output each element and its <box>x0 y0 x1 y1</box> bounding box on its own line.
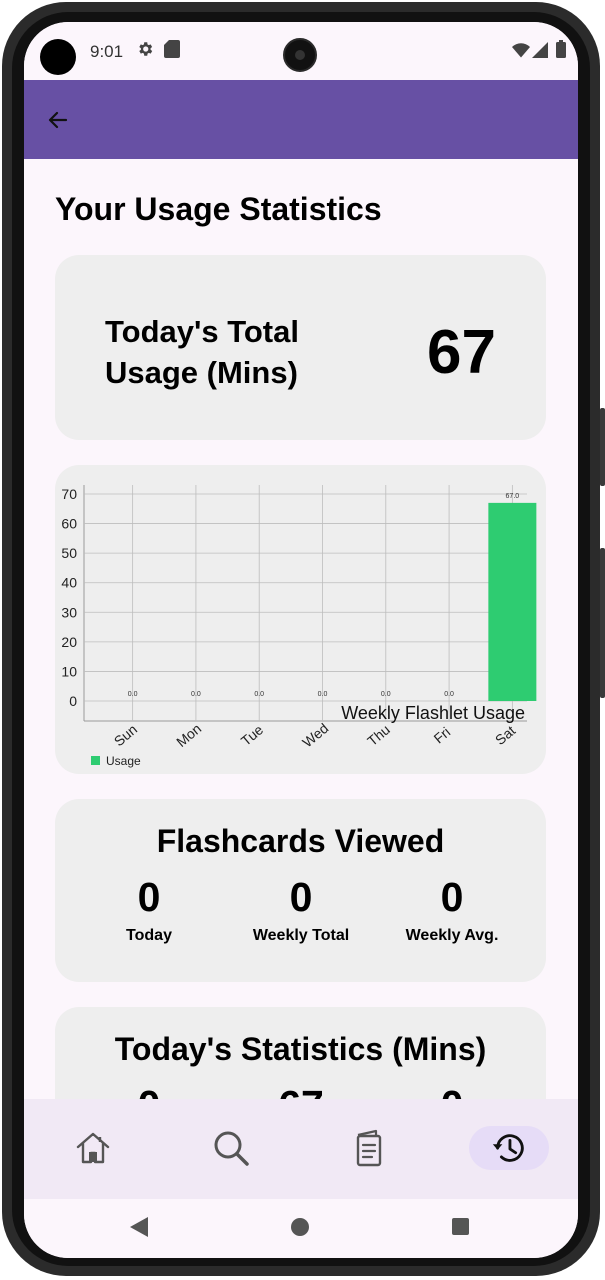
today-stat-2-value: 67 <box>226 1083 376 1099</box>
chart-value-label: 0.0 <box>318 691 328 698</box>
battery-icon <box>556 40 566 58</box>
history-icon <box>492 1134 524 1162</box>
total-usage-label-line2: Usage (Mins) <box>105 355 298 390</box>
chart-y-tick-label: 60 <box>61 516 77 532</box>
flashcards-weekly-total-label: Weekly Total <box>252 927 350 944</box>
page-title: Your Usage Statistics <box>55 191 382 227</box>
wifi-icon <box>512 43 530 58</box>
signal-icon <box>532 42 548 58</box>
screen: 9:01 Your Usage Statistics Today's Total… <box>24 22 578 1258</box>
scroll-content[interactable]: Your Usage Statistics Today's Total Usag… <box>24 159 578 1099</box>
back-button[interactable] <box>42 104 74 136</box>
nav-history[interactable] <box>469 1126 549 1170</box>
chart-y-tick-label: 10 <box>61 663 77 679</box>
power-button <box>600 548 605 698</box>
total-usage-label-line1: Today's Total <box>105 314 299 349</box>
total-usage-card: Today's Total Usage (Mins) 67 <box>55 255 546 440</box>
front-camera-icon <box>40 39 76 75</box>
chart-y-tick-label: 50 <box>61 545 77 561</box>
today-stat-1: 0 <box>74 1083 224 1099</box>
system-back-icon[interactable] <box>130 1217 148 1237</box>
chart-y-tick-label: 30 <box>61 604 77 620</box>
flashcards-card: Flashcards Viewed 0 Today 0 Weekly Total… <box>55 799 546 982</box>
total-usage-value: 67 <box>427 318 496 387</box>
settings-icon <box>139 42 153 56</box>
volume-button <box>600 408 605 486</box>
chart-value-label: 0.0 <box>128 691 138 698</box>
nav-search[interactable] <box>191 1126 271 1170</box>
nav-library[interactable] <box>329 1126 409 1170</box>
search-icon <box>214 1131 249 1166</box>
chart-x-tick-label: Mon <box>173 720 204 750</box>
chart-x-tick-label: Fri <box>430 724 453 747</box>
sd-card-icon <box>164 40 180 58</box>
system-home-icon[interactable] <box>291 1218 309 1236</box>
chart-value-label: 0.0 <box>191 691 201 698</box>
flashcards-today-value: 0 <box>137 874 161 920</box>
today-statistics-title: Today's Statistics (Mins) <box>114 1031 487 1067</box>
today-stat-3: 0 <box>377 1083 527 1099</box>
system-recents-icon[interactable] <box>452 1218 469 1235</box>
flashcards-weekly-total-value: 0 <box>289 874 313 920</box>
status-bar: 9:01 <box>24 22 578 80</box>
app-bar <box>24 80 578 159</box>
chart-title: Weekly Flashlet Usage <box>341 703 525 723</box>
chart-x-tick-label: Thu <box>364 721 393 749</box>
today-stat-1-value: 0 <box>74 1083 224 1099</box>
arrow-left-icon <box>48 111 68 129</box>
chart-y-tick-label: 40 <box>61 575 77 591</box>
weekly-usage-chart: 0 10 20 30 40 50 60 70 0.0 Sun 0.0 Mon 0.0 Tue 0.0 Wed 0… <box>61 485 537 768</box>
chart-value-label: 0.0 <box>444 691 454 698</box>
flashcards-title: Flashcards Viewed <box>156 823 445 859</box>
chart-bar <box>488 502 537 701</box>
system-nav-bar <box>24 1199 578 1258</box>
chart-value-label: 0.0 <box>381 691 391 698</box>
bottom-nav <box>24 1099 578 1199</box>
flashcards-weekly-avg-label: Weekly Avg. <box>405 927 499 944</box>
chart-x-tick-label: Sat <box>492 722 518 748</box>
chart-x-tick-label: Tue <box>238 721 267 749</box>
today-statistics-card: Today's Statistics (Mins) 0 67 0 <box>55 1007 546 1099</box>
flashcards-today-label: Today <box>126 927 172 944</box>
chart-x-tick-label: Wed <box>299 720 331 751</box>
nav-home[interactable] <box>53 1126 133 1170</box>
weekly-chart-card: 0 10 20 30 40 50 60 70 0.0 Sun 0.0 Mon 0.0 Tue 0.0 Wed 0… <box>55 465 546 774</box>
chart-x-tick-label: Sun <box>111 721 140 749</box>
chart-value-label: 0.0 <box>254 691 264 698</box>
status-time: 9:01 <box>90 42 124 61</box>
chart-value-label: 67.0 <box>506 493 520 500</box>
chart-y-tick-label: 0 <box>69 693 77 709</box>
book-icon <box>356 1129 382 1167</box>
flashcards-today-stat: 0 Today <box>74 875 224 945</box>
chart-y-tick-label: 20 <box>61 634 77 650</box>
flashcards-weekly-total-stat: 0 Weekly Total <box>226 875 376 945</box>
chart-legend-swatch <box>91 756 100 765</box>
flashcards-weekly-avg-stat: 0 Weekly Avg. <box>377 875 527 945</box>
camera-cutout-icon <box>283 38 317 72</box>
flashcards-weekly-avg-value: 0 <box>440 874 464 920</box>
chart-y-tick-label: 70 <box>61 486 77 502</box>
total-usage-label: Today's Total Usage (Mins) <box>105 311 299 393</box>
chart-legend-label: Usage <box>106 754 141 768</box>
home-icon <box>76 1132 110 1164</box>
today-stat-3-value: 0 <box>377 1083 527 1099</box>
today-stat-2: 67 <box>226 1083 376 1099</box>
